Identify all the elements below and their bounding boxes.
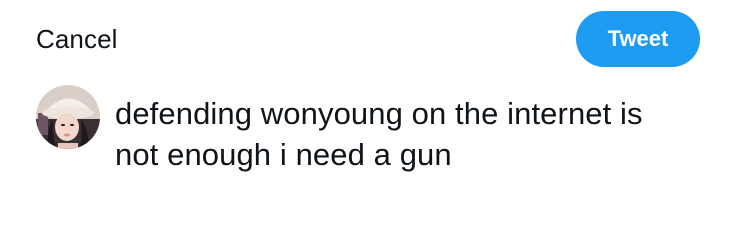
compose-tweet-screen: Cancel Tweet defending wonyoung on the i… (0, 0, 735, 245)
avatar-image (36, 85, 100, 149)
tweet-button[interactable]: Tweet (576, 11, 700, 67)
cancel-button[interactable]: Cancel (36, 22, 118, 56)
tweet-text[interactable]: defending wonyoung on the internet is no… (115, 93, 715, 175)
tweet-text-line: defending wonyoung on the internet is (115, 96, 643, 131)
tweet-text-line: not enough i need a gun (115, 137, 452, 172)
avatar[interactable] (36, 85, 100, 149)
